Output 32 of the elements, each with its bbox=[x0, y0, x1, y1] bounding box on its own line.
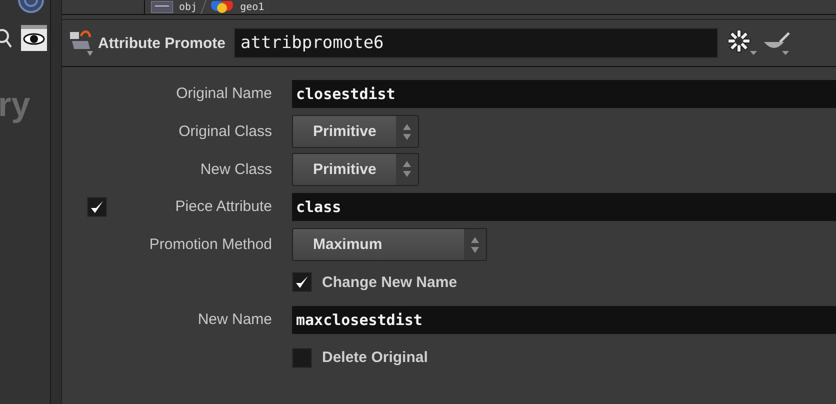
checkbox-label: Change New Name bbox=[322, 274, 458, 291]
wok-icon[interactable] bbox=[762, 30, 792, 56]
text-field[interactable]: class bbox=[292, 192, 836, 221]
search-icon[interactable] bbox=[0, 28, 12, 48]
dropdown-menu[interactable]: Maximum bbox=[292, 228, 487, 262]
checkbox[interactable] bbox=[292, 272, 312, 292]
gear-icon[interactable] bbox=[728, 30, 758, 56]
checkbox[interactable] bbox=[87, 196, 107, 217]
node-name-field[interactable]: attribpromote6 bbox=[234, 28, 718, 58]
parameter-label: Promotion Method bbox=[149, 236, 272, 254]
up-down-arrows-icon bbox=[402, 159, 412, 180]
dropdown-menu[interactable]: Primitive bbox=[292, 152, 419, 186]
text-field[interactable]: maxclosestdist bbox=[292, 306, 836, 334]
node-type-label: Attribute Promote bbox=[98, 34, 226, 52]
parameter-label: Piece Attribute bbox=[175, 198, 272, 216]
node-type-icon bbox=[68, 29, 94, 57]
text-field[interactable]: closestdist bbox=[292, 80, 836, 108]
up-down-arrows-icon bbox=[470, 234, 480, 255]
up-down-arrows-icon bbox=[402, 122, 412, 142]
target-icon[interactable] bbox=[18, 0, 44, 14]
parameter-label: New Class bbox=[200, 160, 272, 178]
parameter-label: Original Name bbox=[176, 85, 272, 102]
checkbox-label: Delete Original bbox=[322, 349, 428, 366]
path-item[interactable]: obj bbox=[179, 2, 198, 12]
parameter-label: Original Class bbox=[178, 123, 272, 140]
eye-icon[interactable] bbox=[21, 25, 47, 51]
geometry-icon bbox=[210, 1, 234, 13]
dropdown-menu[interactable]: Primitive bbox=[292, 115, 419, 148]
network-icon bbox=[151, 1, 173, 13]
parameter-label: New Name bbox=[198, 311, 272, 328]
checkbox[interactable] bbox=[292, 348, 312, 368]
path-item[interactable]: geo1 bbox=[240, 2, 264, 12]
